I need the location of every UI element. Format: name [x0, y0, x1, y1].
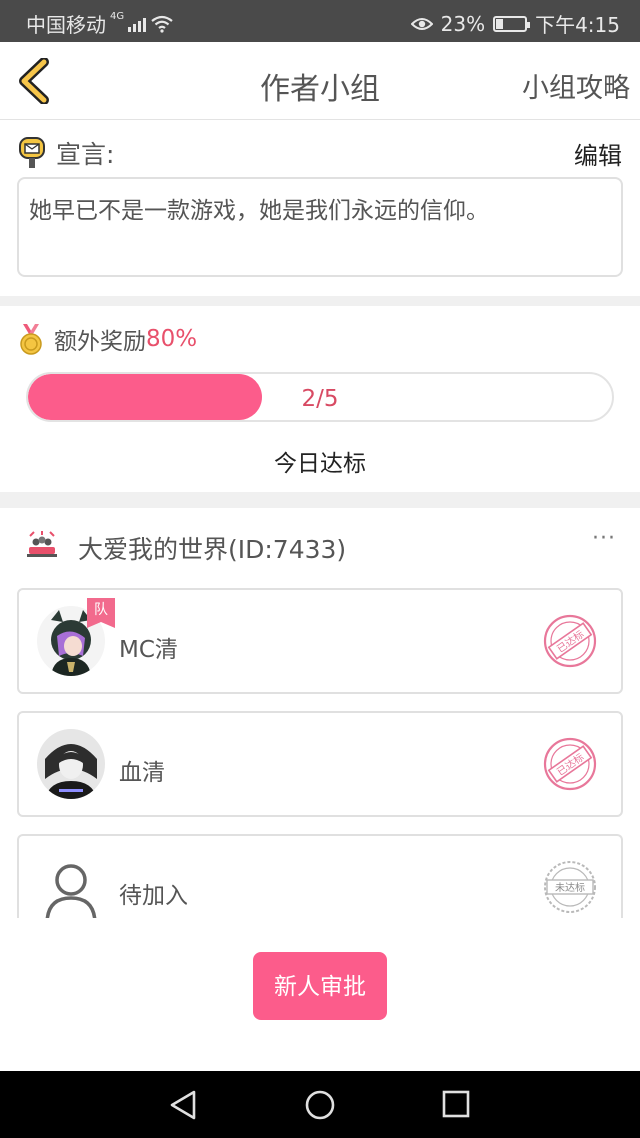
declaration-label: 宣言: — [56, 140, 115, 169]
group-name: 大爱我的世界(ID:7433) — [78, 535, 347, 564]
stamp-text: 未达标 — [555, 882, 585, 894]
divider — [0, 296, 640, 306]
medal-icon — [20, 324, 42, 355]
mailbox-icon — [19, 137, 45, 168]
progress-bar: 2/5 — [26, 372, 614, 422]
signal-icon — [128, 16, 147, 32]
status-bar: 中国移动 4G 23% 下午4:15 — [0, 0, 640, 42]
member-name: 待加入 — [119, 883, 188, 909]
divider — [0, 492, 640, 508]
declaration-text: 她早已不是一款游戏，她是我们永远的信仰。 — [17, 177, 623, 277]
edit-button[interactable]: 编辑 — [574, 136, 622, 171]
network-type: 4G — [110, 11, 125, 22]
group-header: 大爱我的世界(ID:7433) ··· — [0, 508, 640, 578]
battery-percent: 23% — [440, 11, 486, 36]
achieved-stamp-icon: 已达标 — [543, 737, 597, 791]
new-member-approval-button[interactable]: 新人审批 — [253, 952, 387, 1020]
group-guide-link[interactable]: 小组攻略 — [522, 66, 630, 105]
eye-icon — [410, 17, 433, 30]
reward-section: 额外奖励 80% 2/5 今日达标 — [0, 306, 640, 492]
leader-badge: 队 — [87, 598, 115, 628]
progress-text: 2/5 — [301, 386, 339, 412]
reward-label: 额外奖励 — [54, 329, 146, 355]
today-status: 今日达标 — [274, 451, 366, 477]
back-nav-icon[interactable] — [168, 1089, 198, 1121]
not-achieved-stamp-icon: 未达标 — [544, 861, 596, 913]
group-icon — [27, 531, 57, 557]
more-options-icon[interactable]: ··· — [592, 526, 616, 551]
achieved-stamp-icon: 已达标 — [543, 614, 597, 668]
user-placeholder-icon — [45, 864, 97, 918]
wifi-icon — [151, 15, 173, 33]
app-header: 作者小组 小组攻略 — [0, 42, 640, 120]
carrier-label: 中国移动 — [26, 13, 106, 37]
recents-nav-icon[interactable] — [441, 1089, 471, 1119]
member-card[interactable]: 待加入 未达标 — [17, 834, 623, 918]
declaration-section: 宣言: 编辑 她早已不是一款游戏，她是我们永远的信仰。 — [0, 121, 640, 296]
member-name: MC清 — [119, 637, 178, 663]
member-name: 血清 — [119, 760, 165, 786]
reward-percent: 80% — [146, 326, 198, 352]
battery-icon — [493, 15, 531, 32]
member-card[interactable]: 队 MC清 已达标 — [17, 588, 623, 694]
system-nav-bar — [0, 1071, 640, 1138]
member-card[interactable]: 血清 已达标 — [17, 711, 623, 817]
clock: 下午4:15 — [535, 13, 620, 37]
home-nav-icon[interactable] — [304, 1089, 336, 1121]
avatar — [37, 729, 105, 799]
